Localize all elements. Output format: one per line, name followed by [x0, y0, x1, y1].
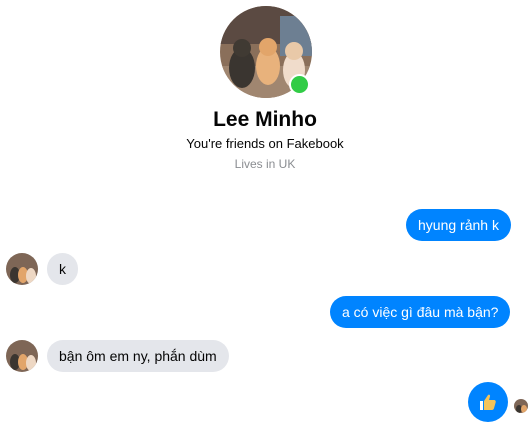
profile-location: Lives in UK [234, 157, 296, 171]
sender-avatar[interactable] [6, 253, 38, 285]
profile-name[interactable]: Lee Minho [0, 108, 530, 132]
friend-status: You're friends on Fakebook [186, 136, 344, 151]
message-bubble-outgoing[interactable]: hyung rảnh k [406, 209, 511, 241]
cats-photo-icon [6, 340, 38, 372]
thumbs-up-icon [480, 394, 496, 410]
message-bubble-outgoing[interactable]: a có việc gì đâu mà bận? [330, 296, 511, 328]
cats-photo-icon [514, 399, 528, 413]
online-status-indicator [289, 74, 310, 95]
message-bubble-incoming[interactable]: k [47, 253, 78, 285]
sender-avatar[interactable] [6, 340, 38, 372]
message-bubble-incoming[interactable]: bận ôm em ny, phắn dùm [47, 340, 229, 372]
like-message-bubble[interactable] [468, 382, 508, 422]
cats-photo-icon [6, 253, 38, 285]
seen-receipt-avatar [514, 399, 528, 413]
